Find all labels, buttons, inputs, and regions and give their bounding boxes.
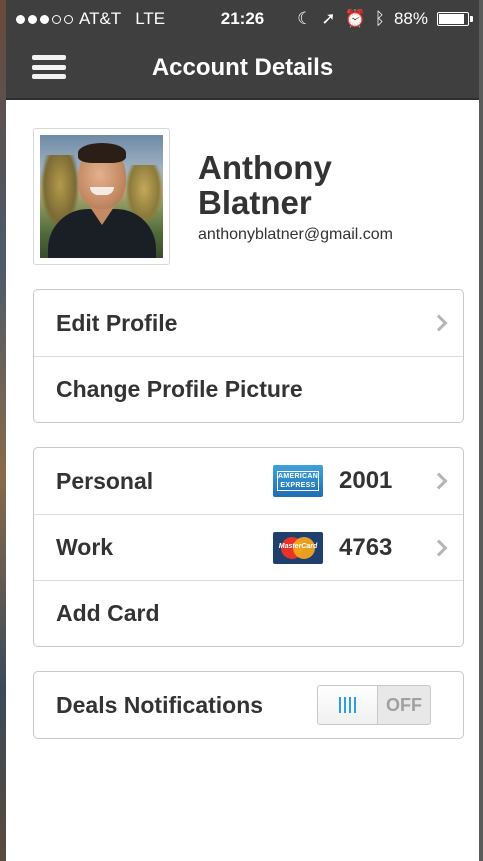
- status-left: AT&T LTE: [16, 9, 165, 29]
- toggle-knob[interactable]: [318, 686, 378, 724]
- card-label: Work: [56, 534, 114, 560]
- chevron-right-icon: [430, 539, 448, 556]
- battery-percent: 88%: [393, 9, 428, 28]
- card-last-four: 2001: [339, 467, 393, 494]
- profile-actions-group: Edit Profile Change Profile Picture: [33, 289, 464, 423]
- card-label: Personal: [56, 467, 154, 494]
- add-card-row[interactable]: Add Card: [34, 580, 463, 646]
- edit-profile-row[interactable]: Edit Profile: [34, 290, 463, 356]
- add-card-label: Add Card: [56, 600, 160, 626]
- background-strip-right: [479, 0, 483, 861]
- location-arrow-icon: ➚: [321, 9, 336, 28]
- deals-notifications-label: Deals Notifications: [56, 691, 264, 718]
- profile-header: Anthony Blatner anthonyblatner@gmail.com: [33, 128, 479, 265]
- network-label: LTE: [135, 9, 166, 28]
- toggle-off-label: OFF: [386, 694, 422, 715]
- status-bar: AT&T LTE 21:26 ☾ ➚ ⏰ ᛒ 88%: [6, 0, 479, 38]
- profile-last-name: Blatner: [198, 184, 312, 221]
- battery-icon: [437, 12, 473, 26]
- profile-first-name: Anthony: [198, 149, 332, 186]
- carrier-label: AT&T: [79, 9, 122, 28]
- status-right: ☾ ➚ ⏰ ᛒ 88%: [297, 9, 473, 29]
- navigation-bar: Account Details: [6, 38, 479, 100]
- app-screen: AT&T LTE 21:26 ☾ ➚ ⏰ ᛒ 88% Account Detai…: [6, 0, 479, 861]
- change-profile-picture-label: Change Profile Picture: [56, 376, 303, 402]
- battery-fill: [439, 14, 464, 24]
- payment-cards-group: Personal AMERICAN EXPRESS 2001 Work Mast…: [33, 447, 464, 647]
- profile-info: Anthony Blatner anthonyblatner@gmail.com: [198, 150, 393, 244]
- card-last-four: 4763: [339, 533, 393, 561]
- amex-card-icon: AMERICAN EXPRESS: [273, 465, 323, 497]
- hamburger-menu-icon[interactable]: [32, 52, 66, 82]
- avatar[interactable]: [33, 128, 170, 265]
- deals-group: Deals Notifications OFF: [33, 671, 464, 739]
- mastercard-icon: MasterCard: [273, 531, 323, 564]
- account-content: Anthony Blatner anthonyblatner@gmail.com…: [6, 100, 479, 739]
- change-profile-picture-row[interactable]: Change Profile Picture: [34, 356, 463, 422]
- deals-notifications-row: Deals Notifications OFF: [34, 672, 463, 738]
- card-row-personal[interactable]: Personal AMERICAN EXPRESS 2001: [34, 448, 463, 514]
- status-time: 21:26: [220, 9, 265, 28]
- profile-email: anthonyblatner@gmail.com: [198, 226, 394, 243]
- chevron-right-icon: [430, 472, 448, 490]
- alarm-icon: ⏰: [344, 9, 366, 28]
- deals-notifications-toggle[interactable]: OFF: [317, 685, 431, 725]
- edit-profile-label: Edit Profile: [56, 309, 178, 336]
- bluetooth-icon: ᛒ: [374, 9, 385, 28]
- moon-icon: ☾: [297, 9, 313, 28]
- card-row-work[interactable]: Work MasterCard 4763: [34, 514, 463, 580]
- signal-strength-icon: [16, 14, 73, 24]
- chevron-right-icon: [430, 314, 448, 332]
- page-title: Account Details: [151, 54, 334, 81]
- profile-photo: [40, 135, 163, 258]
